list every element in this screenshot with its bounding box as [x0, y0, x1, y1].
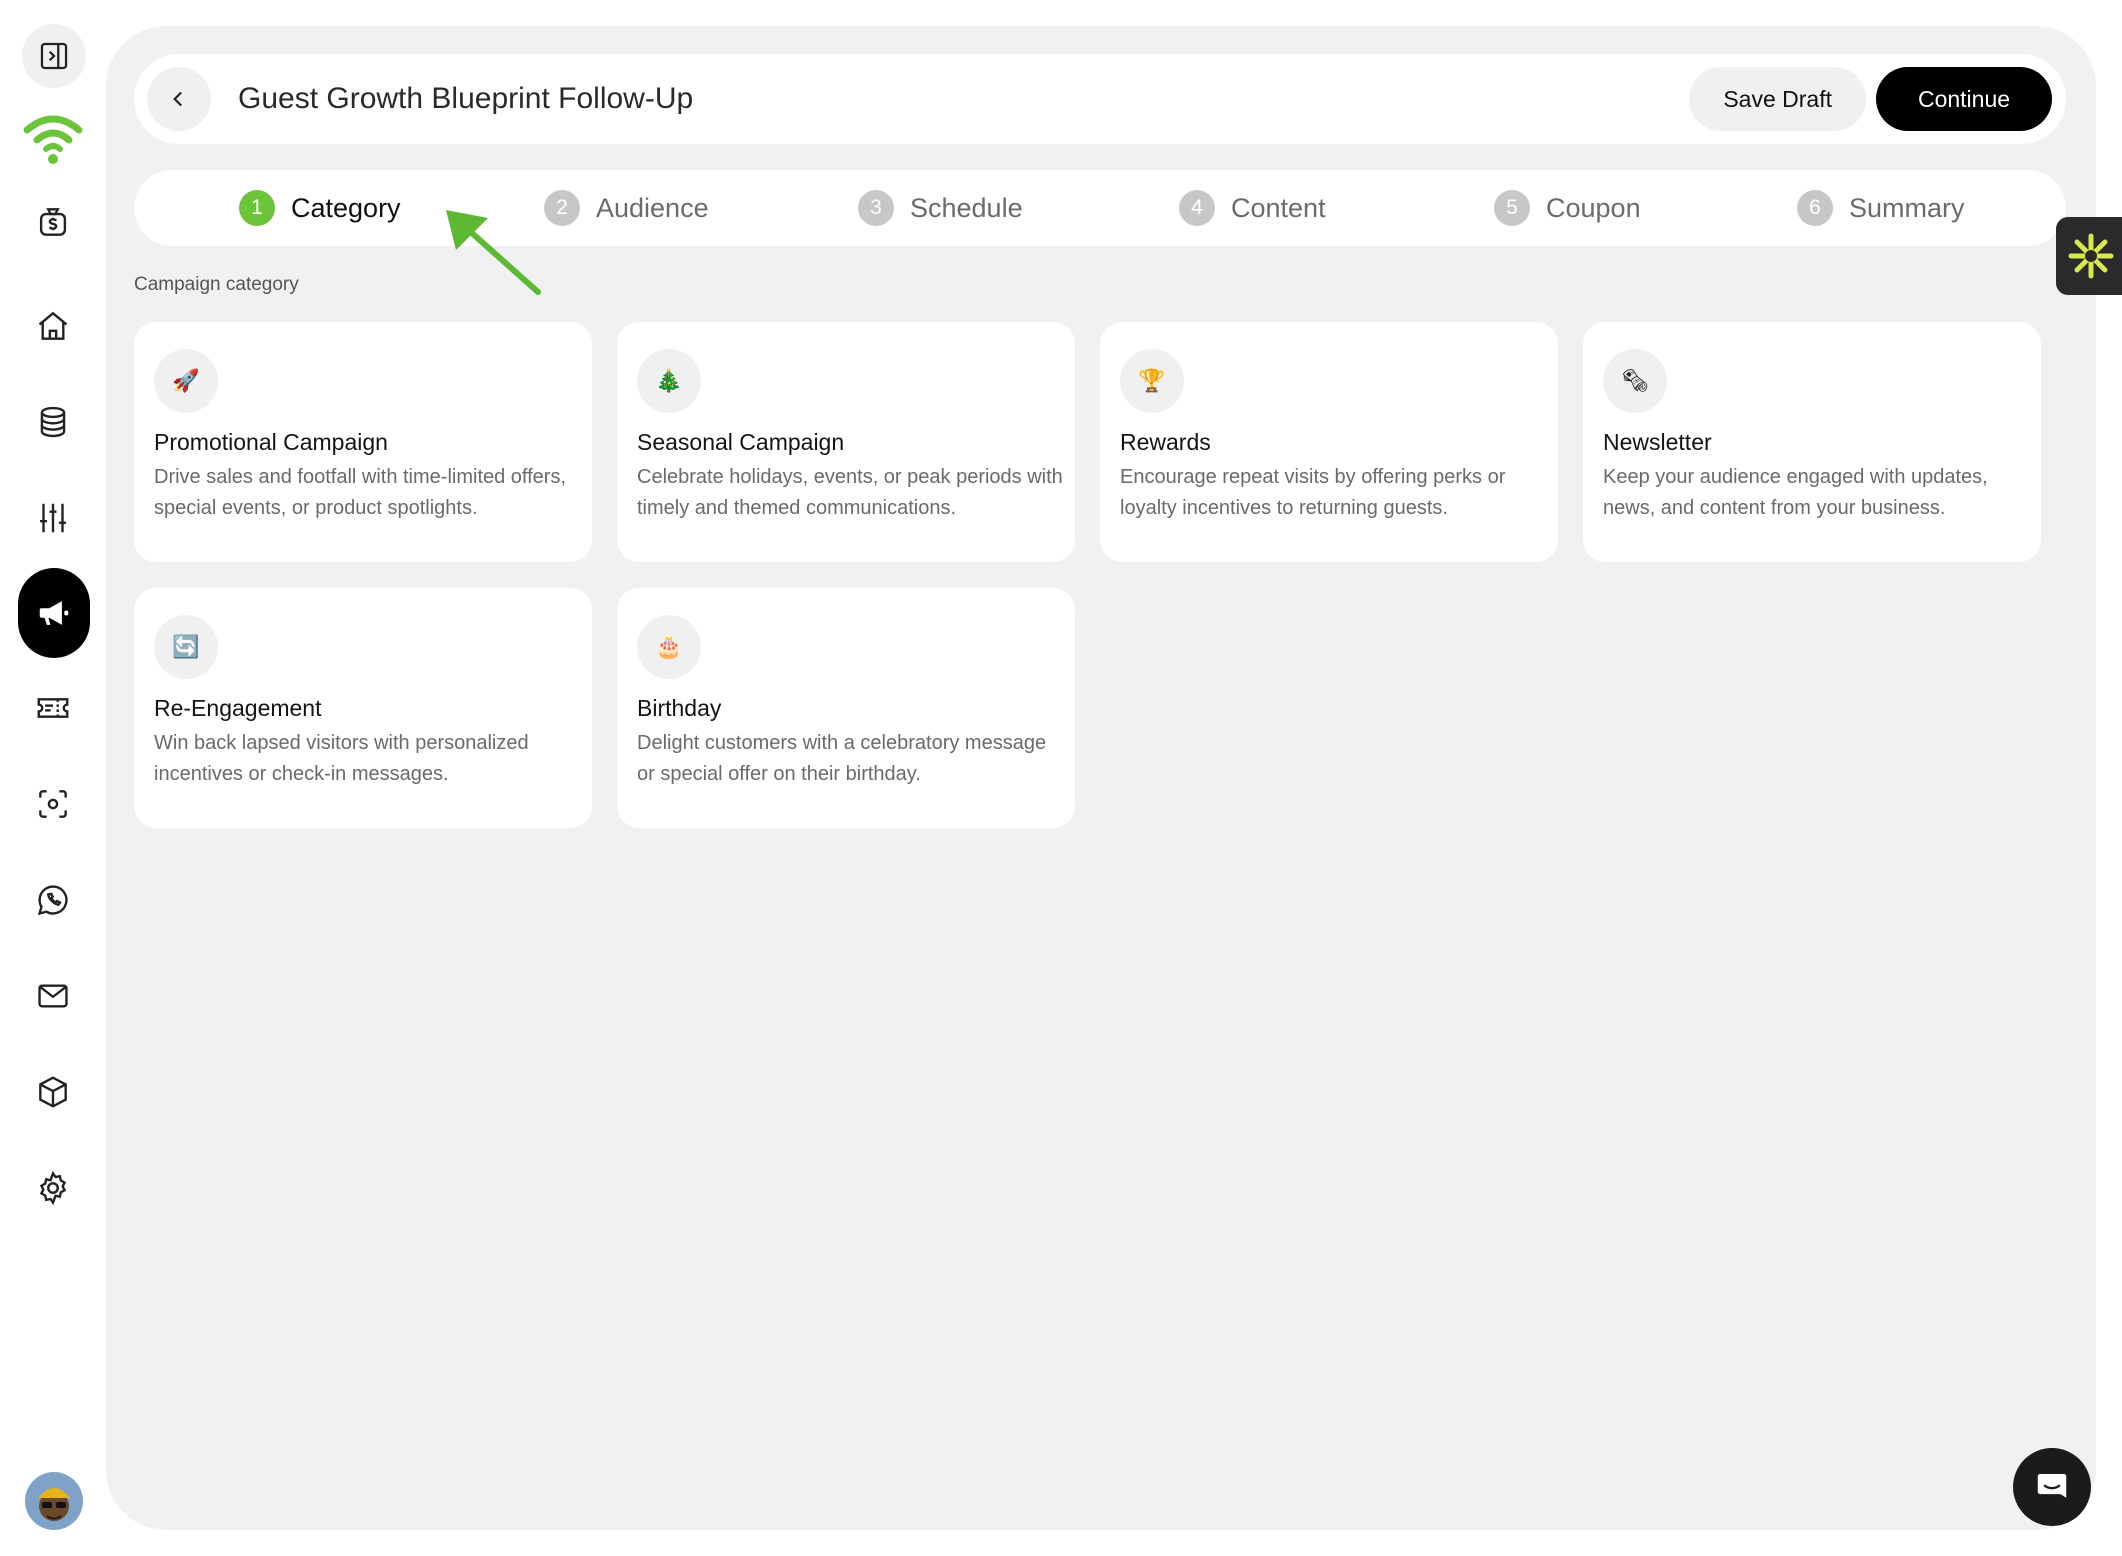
step-number: 2: [544, 190, 580, 226]
card-description: Drive sales and footfall with time-limit…: [154, 466, 567, 519]
main-panel: Guest Growth Blueprint Follow-Up Save Dr…: [106, 26, 2096, 1530]
cake-icon: 🎂: [637, 615, 701, 679]
section-label: Campaign category: [134, 274, 299, 295]
home-icon[interactable]: [19, 292, 87, 360]
whatsapp-icon[interactable]: [19, 866, 87, 934]
save-draft-button[interactable]: Save Draft: [1689, 67, 1866, 131]
step-label: Coupon: [1546, 192, 1641, 223]
category-card-newsletter[interactable]: 🗞 Newsletter Keep your audience engaged …: [1583, 322, 2041, 562]
step-number: 6: [1797, 190, 1833, 226]
step-category[interactable]: 1 Category: [239, 170, 401, 246]
panel-toggle-icon[interactable]: [22, 24, 86, 88]
scan-icon[interactable]: [19, 770, 87, 838]
chat-icon: [2037, 1473, 2067, 1498]
card-title: Promotional Campaign: [154, 429, 388, 455]
newspaper-icon: 🗞: [1603, 349, 1667, 413]
rocket-icon: 🚀: [154, 349, 218, 413]
sparkle-icon: [2068, 233, 2114, 279]
database-icon[interactable]: [19, 388, 87, 456]
category-card-re-engagement[interactable]: 🔄 Re-Engagement Win back lapsed visitors…: [134, 588, 592, 828]
card-description: Encourage repeat visits by offering perk…: [1120, 466, 1506, 519]
chevron-left-icon: [173, 91, 182, 107]
megaphone-icon[interactable]: [18, 568, 90, 658]
category-card-promotional[interactable]: 🚀 Promotional Campaign Drive sales and f…: [134, 322, 592, 562]
card-title: Re-Engagement: [154, 695, 322, 721]
wifi-logo-icon[interactable]: [19, 104, 87, 172]
chat-launcher-button[interactable]: [2013, 1448, 2091, 1526]
page-header: Guest Growth Blueprint Follow-Up Save Dr…: [134, 54, 2066, 144]
step-number: 3: [858, 190, 894, 226]
card-title: Newsletter: [1603, 429, 1712, 455]
step-number: 5: [1494, 190, 1530, 226]
card-description: Celebrate holidays, events, or peak peri…: [637, 466, 1063, 519]
page-title: Guest Growth Blueprint Follow-Up: [238, 82, 694, 115]
refresh-icon: 🔄: [154, 615, 218, 679]
step-summary[interactable]: 6 Summary: [1797, 170, 1965, 246]
mail-icon[interactable]: [19, 962, 87, 1030]
trophy-icon: 🏆: [1120, 349, 1184, 413]
step-label: Audience: [596, 192, 709, 223]
back-button[interactable]: [147, 67, 211, 131]
sliders-icon[interactable]: [19, 484, 87, 552]
category-card-birthday[interactable]: 🎂 Birthday Delight customers with a cele…: [617, 588, 1075, 828]
card-description: Win back lapsed visitors with personaliz…: [154, 732, 529, 785]
card-title: Birthday: [637, 695, 722, 721]
step-label: Category: [291, 192, 401, 223]
step-label: Summary: [1849, 192, 1965, 223]
stepper: 1 Category 2 Audience 3 Schedule 4 Conte…: [134, 170, 2066, 246]
card-description: Delight customers with a celebratory mes…: [637, 732, 1047, 785]
step-schedule[interactable]: 3 Schedule: [858, 170, 1023, 246]
step-number: 1: [239, 190, 275, 226]
tree-icon: 🎄: [637, 349, 701, 413]
avatar[interactable]: [25, 1472, 83, 1530]
continue-button[interactable]: Continue: [1876, 67, 2052, 131]
step-audience[interactable]: 2 Audience: [544, 170, 709, 246]
card-title: Seasonal Campaign: [637, 429, 845, 455]
step-content[interactable]: 4 Content: [1179, 170, 1326, 246]
card-title: Rewards: [1120, 429, 1211, 455]
step-number: 4: [1179, 190, 1215, 226]
box-icon[interactable]: [19, 1058, 87, 1126]
sidebar: [0, 0, 106, 1556]
step-label: Schedule: [910, 192, 1023, 223]
category-card-seasonal[interactable]: 🎄 Seasonal Campaign Celebrate holidays, …: [617, 322, 1075, 562]
help-tab[interactable]: [2056, 217, 2122, 295]
step-coupon[interactable]: 5 Coupon: [1494, 170, 1641, 246]
ticket-icon[interactable]: [19, 674, 87, 742]
settings-icon[interactable]: [19, 1154, 87, 1222]
card-description: Keep your audience engaged with updates,…: [1603, 466, 1988, 519]
step-label: Content: [1231, 192, 1326, 223]
money-bag-icon[interactable]: [19, 188, 87, 256]
category-card-rewards[interactable]: 🏆 Rewards Encourage repeat visits by off…: [1100, 322, 1558, 562]
pointer-arrow-icon: [446, 210, 541, 295]
